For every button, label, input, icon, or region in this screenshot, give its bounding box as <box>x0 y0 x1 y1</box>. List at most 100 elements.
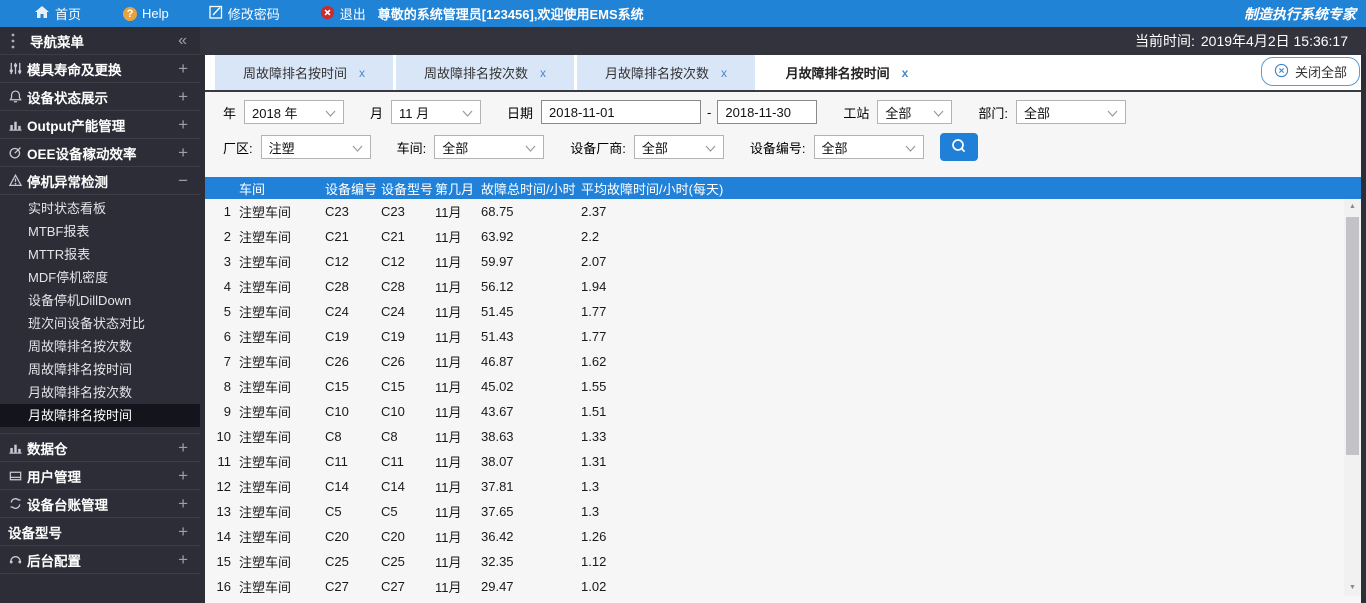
expand-toggle-icon[interactable]: + <box>178 116 188 133</box>
column-header: 故障总时间/小时 <box>481 181 576 197</box>
tab-close-icon[interactable]: x <box>540 66 546 80</box>
sidebar-subitem[interactable]: 月故障排名按次数 <box>0 381 200 404</box>
table-row[interactable]: 10 注塑车间 C8 C8 11月 38.63 1.33 <box>205 424 1361 449</box>
sidebar-group[interactable]: 数据仓 + <box>0 434 200 462</box>
expand-toggle-icon[interactable]: + <box>178 523 188 540</box>
tab-1[interactable]: 周故障排名按时间 x <box>215 55 393 90</box>
equipment-ledger-icon <box>8 496 23 511</box>
sidebar-group[interactable]: 后台配置 + <box>0 546 200 574</box>
expand-toggle-icon[interactable]: + <box>178 439 188 456</box>
sidebar-group[interactable]: 用户管理 + <box>0 462 200 490</box>
tab-label: 周故障排名按时间 <box>242 66 347 81</box>
warning-icon <box>8 173 23 188</box>
expand-toggle-icon[interactable]: + <box>178 60 188 77</box>
home-icon <box>34 5 50 22</box>
table-cell: 37.81 <box>481 479 514 494</box>
scroll-up-button[interactable]: ▲ <box>1344 199 1361 215</box>
sidebar-group[interactable]: OEE设备稼动效率 + <box>0 139 200 167</box>
device-number-select[interactable]: 全部 <box>813 135 924 159</box>
table-row[interactable]: 11 注塑车间 C11 C11 11月 38.07 1.31 <box>205 449 1361 474</box>
plant-select[interactable]: 注塑 <box>260 135 371 159</box>
department-select[interactable]: 全部 <box>1016 100 1127 124</box>
year-select[interactable]: 2018 年 <box>244 100 345 124</box>
sidebar-group-label: 设备状态展示 <box>27 90 108 106</box>
tab-close-icon[interactable]: x <box>359 66 365 80</box>
scroll-down-button[interactable]: ▼ <box>1344 580 1361 596</box>
table-cell: C19 <box>325 329 349 344</box>
vertical-scrollbar[interactable]: ▲ ▼ <box>1344 199 1361 596</box>
table-cell: 43.67 <box>481 404 514 419</box>
tab-4[interactable]: 月故障排名按时间 x <box>758 55 936 90</box>
table-cell: 注塑车间 <box>239 555 292 570</box>
table-row[interactable]: 16 注塑车间 C27 C27 11月 29.47 1.02 <box>205 574 1361 596</box>
change-password-button[interactable]: 修改密码 <box>209 4 280 23</box>
sidebar-subitem[interactable]: MDF停机密度 <box>0 266 200 289</box>
workshop-select[interactable]: 全部 <box>434 135 545 159</box>
search-button[interactable] <box>939 133 978 161</box>
row-index: 13 <box>216 504 231 519</box>
sidebar-subitem[interactable]: 周故障排名按时间 <box>0 358 200 381</box>
table-row[interactable]: 4 注塑车间 C28 C28 11月 56.12 1.94 <box>205 274 1361 299</box>
table-cell: C10 <box>325 404 349 419</box>
tab-close-icon[interactable]: x <box>902 66 909 80</box>
month-select[interactable]: 11 月 <box>391 100 482 124</box>
expand-toggle-icon[interactable]: − <box>178 172 188 189</box>
table-row[interactable]: 12 注塑车间 C14 C14 11月 37.81 1.3 <box>205 474 1361 499</box>
collapse-sidebar-button[interactable]: « <box>178 32 187 50</box>
sidebar-group[interactable]: 模具寿命及更换 + <box>0 55 200 83</box>
oee-gauge-icon <box>8 145 23 160</box>
fault-ranking-table: 车间 设备编号 设备型号 第几月 故障总时间/小时 平均故障时间/小时(每天) 1 注塑车间… <box>205 177 1361 596</box>
row-index: 1 <box>223 204 231 219</box>
table-row[interactable]: 9 注塑车间 C10 C10 11月 43.67 1.51 <box>205 399 1361 424</box>
table-cell: 11月 <box>435 455 462 470</box>
sidebar-group[interactable]: 设备台账管理 + <box>0 490 200 518</box>
table-row[interactable]: 15 注塑车间 C25 C25 11月 32.35 1.12 <box>205 549 1361 574</box>
table-cell: C26 <box>325 354 349 369</box>
table-cell: 36.42 <box>481 529 514 544</box>
expand-toggle-icon[interactable]: + <box>178 88 188 105</box>
home-button[interactable]: 首页 <box>34 4 81 23</box>
help-button[interactable]: ? Help <box>123 6 169 21</box>
expand-toggle-icon[interactable]: + <box>178 144 188 161</box>
expand-toggle-icon[interactable]: + <box>178 495 188 512</box>
close-all-button[interactable]: 关闭全部 <box>1260 57 1360 86</box>
sidebar-group-label: OEE设备稼动效率 <box>27 146 137 162</box>
table-row[interactable]: 8 注塑车间 C15 C15 11月 45.02 1.55 <box>205 374 1361 399</box>
sidebar-subitem[interactable]: 月故障排名按时间 <box>0 404 200 427</box>
table-row[interactable]: 6 注塑车间 C19 C19 11月 51.43 1.77 <box>205 324 1361 349</box>
sidebar-group-label: 用户管理 <box>27 469 81 485</box>
sidebar-group[interactable]: 设备状态展示 + <box>0 83 200 111</box>
table-cell: 1.12 <box>581 554 607 569</box>
table-row[interactable]: 1 注塑车间 C23 C23 11月 68.75 2.37 <box>205 199 1361 224</box>
table-row[interactable]: 2 注塑车间 C21 C21 11月 63.92 2.2 <box>205 224 1361 249</box>
table-cell: 38.07 <box>481 454 514 469</box>
sidebar-group[interactable]: 停机异常检测 − <box>0 167 200 195</box>
sidebar-group[interactable]: 设备型号 + <box>0 518 200 546</box>
table-cell: 11月 <box>435 580 462 595</box>
date-from-input[interactable] <box>541 100 702 124</box>
expand-toggle-icon[interactable]: + <box>178 467 188 484</box>
sidebar-subitem[interactable]: MTTR报表 <box>0 243 200 266</box>
expand-toggle-icon[interactable]: + <box>178 551 188 568</box>
sidebar-subitem[interactable]: MTBF报表 <box>0 220 200 243</box>
sidebar-subitem[interactable]: 班次间设备状态对比 <box>0 312 200 335</box>
tab-2[interactable]: 周故障排名按次数 x <box>396 55 574 90</box>
date-to-input[interactable] <box>717 100 818 124</box>
table-row[interactable]: 5 注塑车间 C24 C24 11月 51.45 1.77 <box>205 299 1361 324</box>
table-cell: 11月 <box>435 230 462 245</box>
table-row[interactable]: 14 注塑车间 C20 C20 11月 36.42 1.26 <box>205 524 1361 549</box>
tab-3[interactable]: 月故障排名按次数 x <box>577 55 755 90</box>
logout-button[interactable]: 退出 <box>320 4 366 23</box>
sidebar-group[interactable]: Output产能管理 + <box>0 111 200 139</box>
tab-close-icon[interactable]: x <box>721 66 727 80</box>
sidebar-subitem[interactable]: 实时状态看板 <box>0 197 200 220</box>
table-row[interactable]: 7 注塑车间 C26 C26 11月 46.87 1.62 <box>205 349 1361 374</box>
sidebar-subitem[interactable]: 设备停机DillDown <box>0 289 200 312</box>
table-cell: 11月 <box>435 355 462 370</box>
vendor-select[interactable]: 全部 <box>633 135 724 159</box>
table-row[interactable]: 3 注塑车间 C12 C12 11月 59.97 2.07 <box>205 249 1361 274</box>
scrollbar-thumb[interactable] <box>1346 217 1359 455</box>
table-row[interactable]: 13 注塑车间 C5 C5 11月 37.65 1.3 <box>205 499 1361 524</box>
sidebar-subitem[interactable]: 周故障排名按次数 <box>0 335 200 358</box>
station-select[interactable]: 全部 <box>877 100 953 124</box>
